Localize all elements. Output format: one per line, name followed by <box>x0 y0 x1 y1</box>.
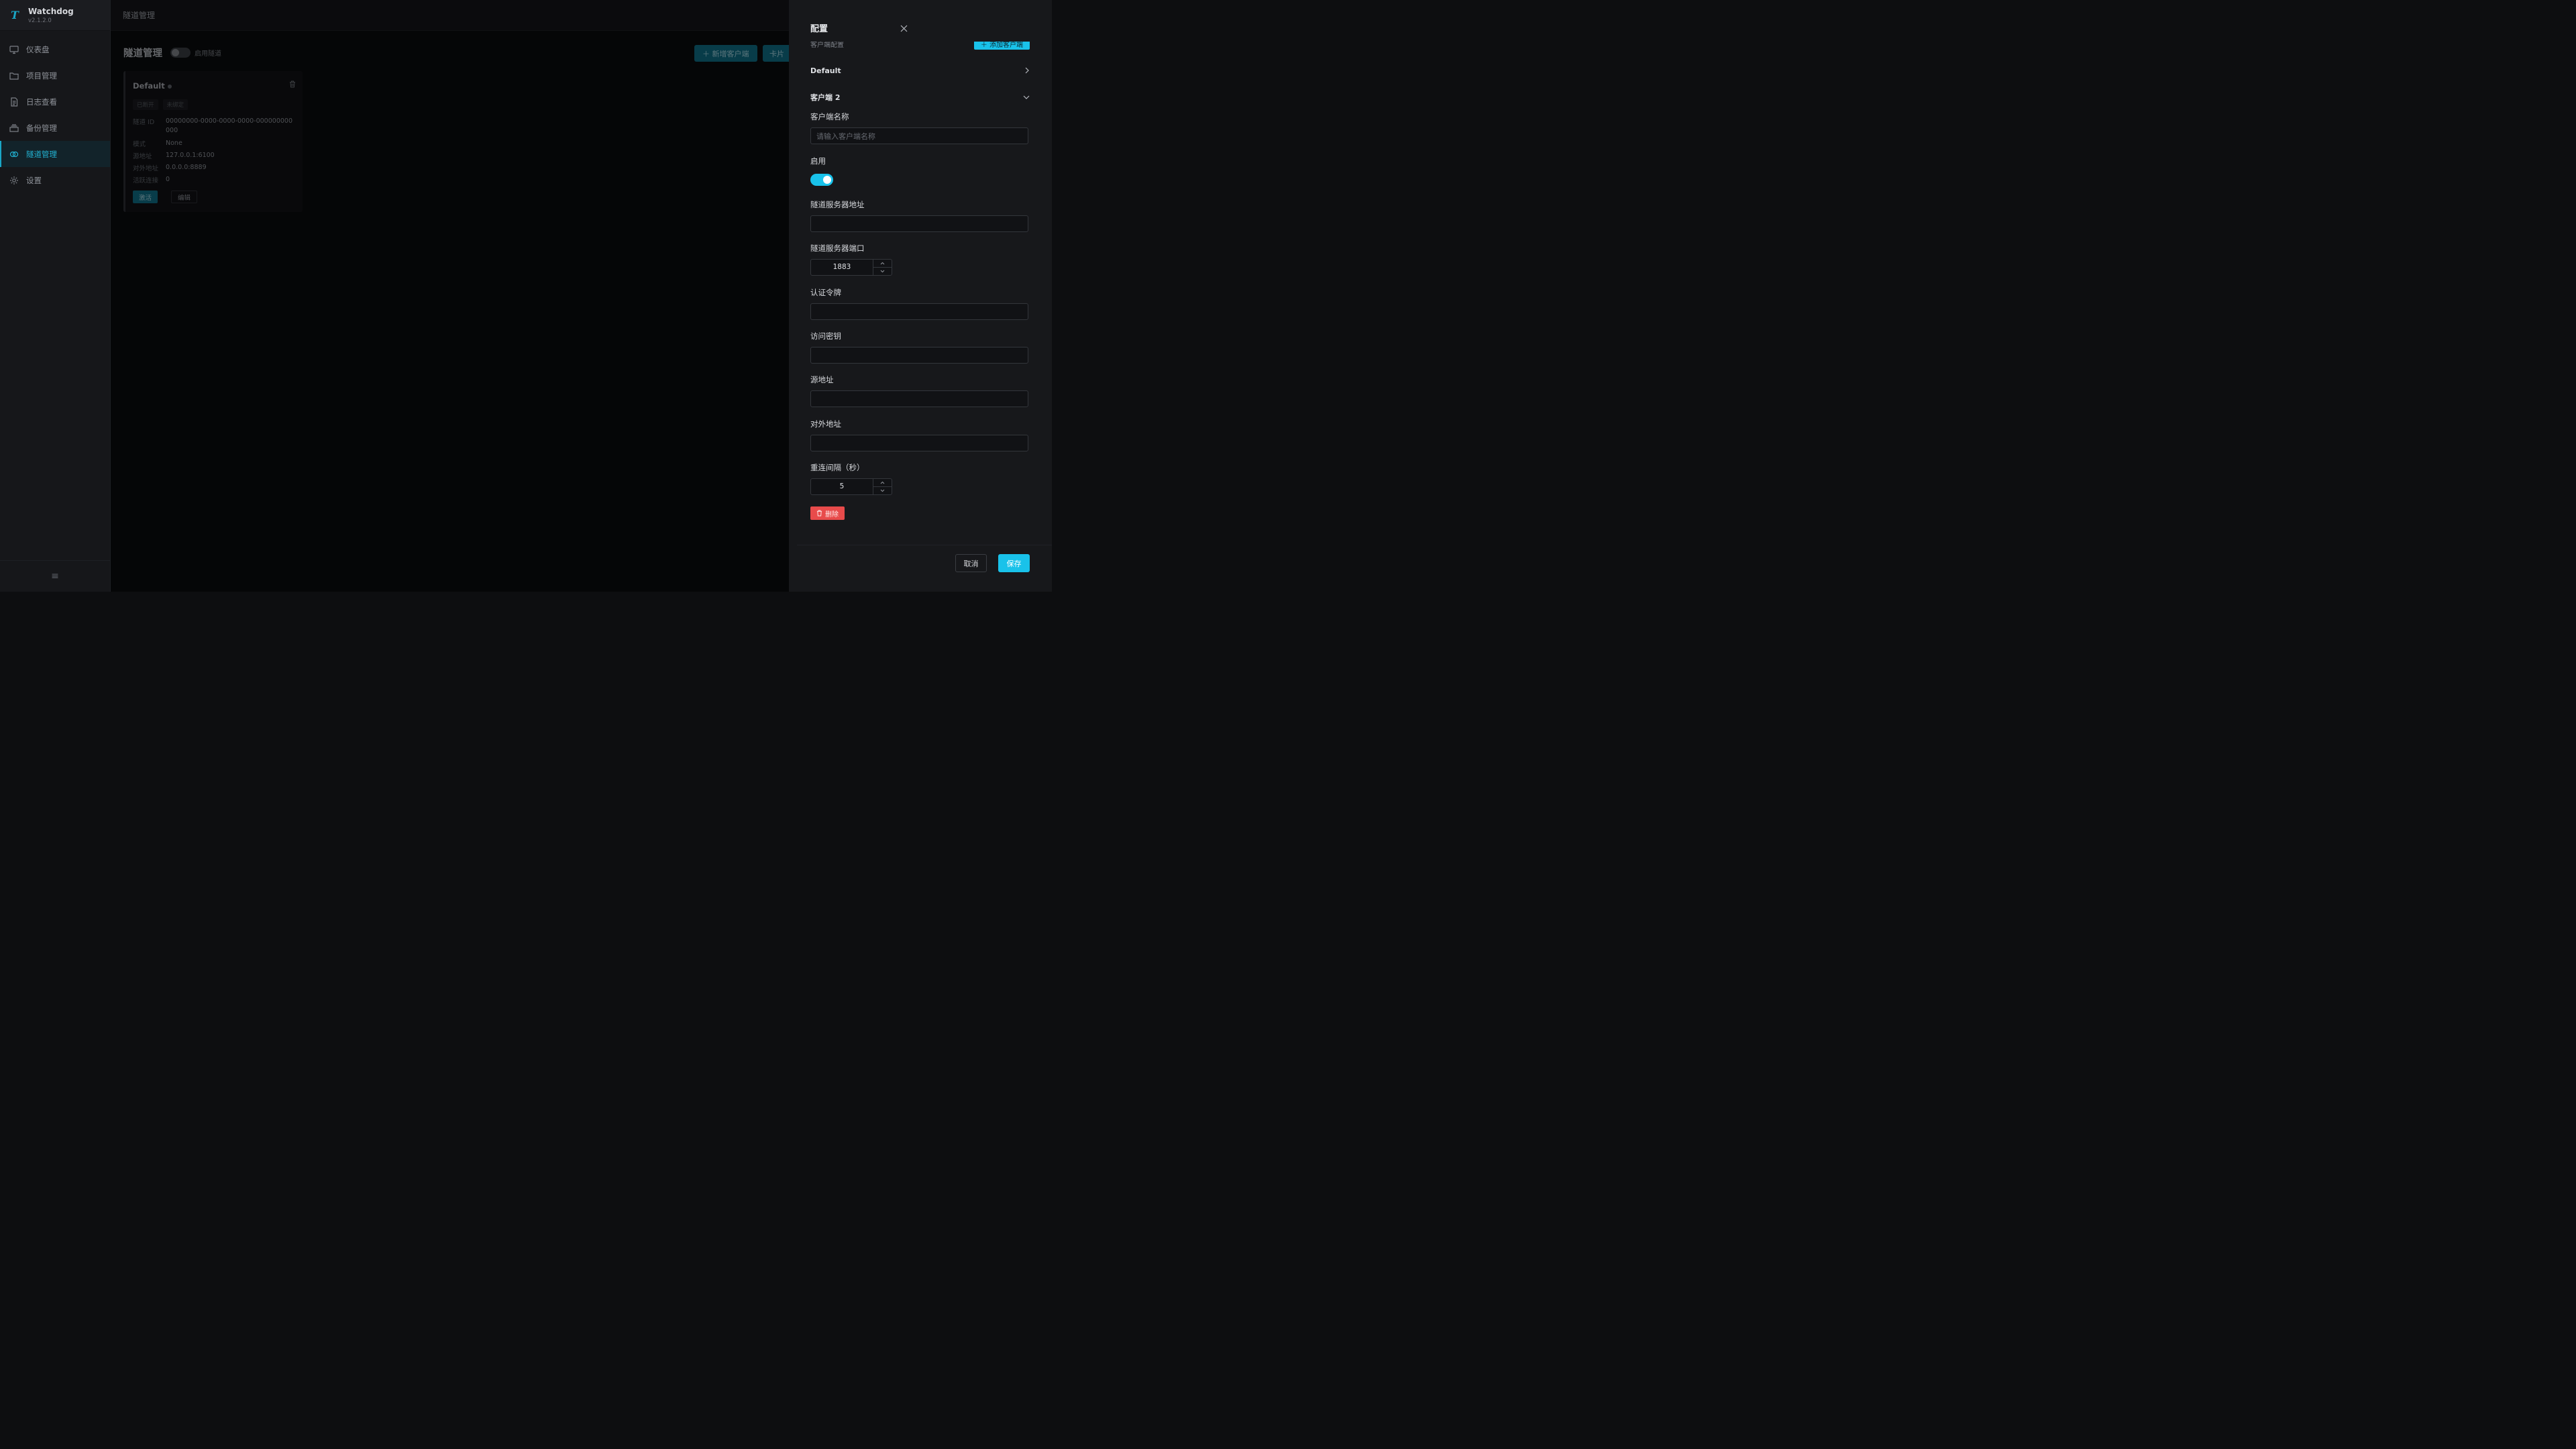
delete-client-button[interactable]: 删除 <box>810 506 845 520</box>
source-address-label: 源地址 <box>810 375 834 384</box>
server-address-label: 隧道服务器地址 <box>810 200 865 209</box>
collapse-item-label: Default <box>810 66 841 75</box>
sidebar-item-label: 项目管理 <box>26 70 57 80</box>
chevron-right-icon <box>1025 67 1029 74</box>
sidebar-collapse-button[interactable]: ≡ <box>0 560 110 592</box>
archive-icon <box>9 123 19 132</box>
gear-icon <box>10 176 18 184</box>
sidebar-item-label: 隧道管理 <box>26 149 57 159</box>
sidebar-item-label: 备份管理 <box>26 123 57 133</box>
server-port-label: 隧道服务器端口 <box>810 244 865 253</box>
increment-button[interactable] <box>873 479 892 487</box>
sidebar-item-logs[interactable]: 日志查看 <box>0 89 110 115</box>
delete-label: 删除 <box>825 511 839 519</box>
increment-button[interactable] <box>873 260 892 268</box>
reconnect-interval-label: 重连间隔（秒） <box>810 463 865 472</box>
sidebar-item-tunnels[interactable]: 隧道管理 <box>0 141 110 167</box>
reconnect-interval-value[interactable]: 5 <box>811 479 873 494</box>
monitor-icon <box>9 45 19 54</box>
chevron-down-icon <box>1023 95 1030 99</box>
client-name-input[interactable]: 请输入客户端名称 <box>810 127 1028 144</box>
collapse-item-client-2[interactable]: 客户端 2 <box>810 91 1030 104</box>
brand: T Watchdog v2.1.2.0 <box>0 0 110 31</box>
app-name: Watchdog <box>28 6 74 16</box>
reconnect-interval-stepper[interactable]: 5 <box>810 478 892 495</box>
sidebar-item-dashboard[interactable]: 仪表盘 <box>0 36 110 62</box>
cancel-button[interactable]: 取消 <box>955 554 987 572</box>
client-config-section-header: 客户端配置 ＋ 添加客户端 <box>810 42 1030 50</box>
sidebar-item-label: 仪表盘 <box>26 44 50 54</box>
access-key-input[interactable] <box>810 347 1028 364</box>
app-version: v2.1.2.0 <box>28 17 52 24</box>
close-icon <box>900 25 908 32</box>
auth-token-input[interactable] <box>810 303 1028 320</box>
app-logo: T <box>11 8 19 21</box>
auth-token-label: 认证令牌 <box>810 288 841 297</box>
public-address-input[interactable] <box>810 435 1028 451</box>
sidebar-item-settings[interactable]: 设置 <box>0 167 110 193</box>
decrement-button[interactable] <box>873 268 892 275</box>
close-drawer-button[interactable] <box>900 22 908 35</box>
add-client-button[interactable]: ＋ 添加客户端 <box>973 42 1030 50</box>
client-name-placeholder: 请输入客户端名称 <box>816 131 875 141</box>
sidebar-item-label: 设置 <box>26 175 42 185</box>
source-address-input[interactable] <box>810 390 1028 407</box>
sidebar: T Watchdog v2.1.2.0 仪表盘 项目管理 日志查看 备份管理 隧… <box>0 0 111 592</box>
drawer-title: 配置 <box>810 24 828 34</box>
enable-label: 启用 <box>810 156 826 166</box>
server-port-stepper[interactable]: 1883 <box>810 259 892 276</box>
sidebar-item-projects[interactable]: 项目管理 <box>0 62 110 89</box>
server-port-value[interactable]: 1883 <box>811 260 873 275</box>
chevron-up-icon <box>880 481 885 484</box>
decrement-button[interactable] <box>873 487 892 494</box>
sidebar-nav: 仪表盘 项目管理 日志查看 备份管理 隧道管理 设置 <box>0 36 110 193</box>
collapse-item-label: 客户端 2 <box>810 93 841 102</box>
public-address-label: 对外地址 <box>810 419 841 429</box>
trash-icon <box>816 510 822 517</box>
save-button[interactable]: 保存 <box>998 554 1030 572</box>
sidebar-item-label: 日志查看 <box>26 97 57 107</box>
chevron-up-icon <box>880 262 885 265</box>
drawer-mask[interactable] <box>111 0 789 592</box>
client-name-label: 客户端名称 <box>810 112 849 121</box>
chevron-down-icon <box>880 489 885 492</box>
collapse-item-default[interactable]: Default <box>810 64 1030 77</box>
enable-toggle[interactable] <box>810 174 833 186</box>
access-key-label: 访问密钥 <box>810 331 841 341</box>
document-icon <box>11 97 18 107</box>
server-address-input[interactable] <box>810 215 1028 232</box>
section-label: 客户端配置 <box>810 42 844 49</box>
menu-icon: ≡ <box>51 571 59 582</box>
tunnel-icon <box>9 151 19 157</box>
sidebar-item-backups[interactable]: 备份管理 <box>0 115 110 141</box>
chevron-down-icon <box>880 270 885 273</box>
folder-icon <box>9 72 19 80</box>
